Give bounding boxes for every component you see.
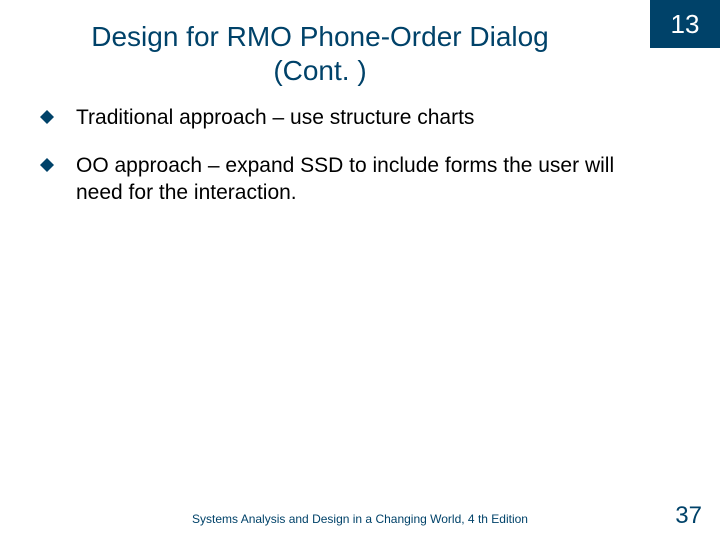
chapter-badge: 13 [650,0,720,48]
diamond-bullet-icon [40,110,54,124]
bullet-text: OO approach – expand SSD to include form… [76,153,660,206]
bullet-text: Traditional approach – use structure cha… [76,105,660,131]
chapter-number: 13 [671,9,700,40]
footer-text: Systems Analysis and Design in a Changin… [0,512,720,526]
list-item: Traditional approach – use structure cha… [40,105,660,131]
page-number: 37 [675,502,702,530]
diamond-bullet-icon [40,158,54,172]
slide-body: Traditional approach – use structure cha… [40,105,660,228]
title-line-2: (Cont. ) [273,55,366,86]
list-item: OO approach – expand SSD to include form… [40,153,660,206]
slide-title: Design for RMO Phone-Order Dialog (Cont.… [0,20,640,87]
title-line-1: Design for RMO Phone-Order Dialog [91,21,549,52]
